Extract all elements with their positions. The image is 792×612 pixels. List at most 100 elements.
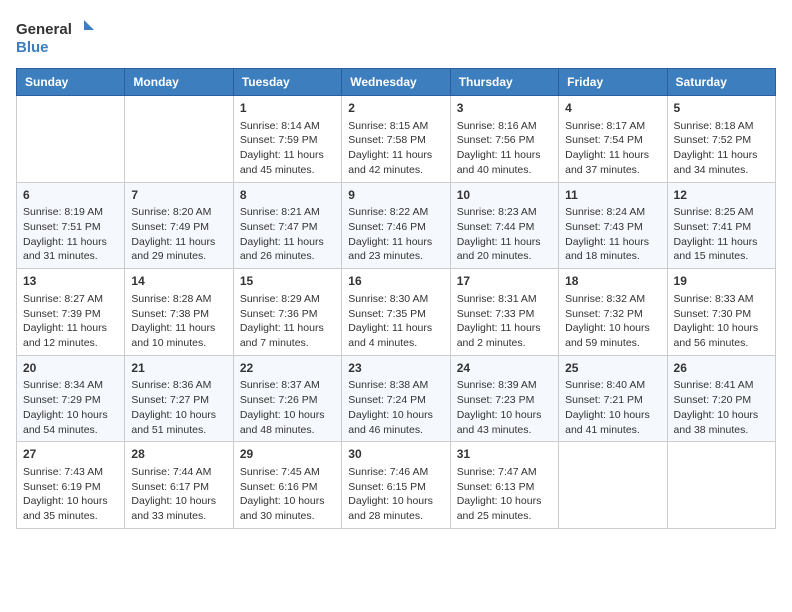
day-info: Sunrise: 8:19 AM Sunset: 7:51 PM Dayligh… [23, 205, 118, 264]
day-info: Sunrise: 8:14 AM Sunset: 7:59 PM Dayligh… [240, 119, 335, 178]
calendar-day-cell: 20Sunrise: 8:34 AM Sunset: 7:29 PM Dayli… [17, 355, 125, 442]
calendar-day-cell: 2 Sunrise: 8:15 AM Sunset: 7:58 PM Daylig… [342, 96, 450, 183]
day-number: 15 [240, 273, 335, 290]
calendar-day-cell: 19 Sunrise: 8:33 AM Sunset: 7:30 PM Dayli… [667, 269, 775, 356]
day-number: 30 [348, 446, 443, 463]
calendar-day-cell: 9Sunrise: 8:22 AM Sunset: 7:46 PM Daylig… [342, 182, 450, 269]
day-number: 16 [348, 273, 443, 290]
day-info: Sunrise: 7:47 AM Sunset: 6:13 PM Dayligh… [457, 465, 552, 524]
calendar-day-cell: 18Sunrise: 8:32 AM Sunset: 7:32 PM Dayli… [559, 269, 667, 356]
day-number: 17 [457, 273, 552, 290]
day-header-thursday: Thursday [450, 69, 558, 96]
header: General Blue [16, 16, 776, 60]
calendar-day-cell: 16 Sunrise: 8:30 AM Sunset: 7:35 PM Dayli… [342, 269, 450, 356]
calendar-day-cell: 8Sunrise: 8:21 AM Sunset: 7:47 PM Daylig… [233, 182, 341, 269]
day-info: Sunrise: 8:25 AM Sunset: 7:41 PM Dayligh… [674, 205, 769, 264]
svg-text:General: General [16, 21, 72, 38]
day-number: 21 [131, 360, 226, 377]
day-number: 1 [240, 100, 335, 117]
day-number: 10 [457, 187, 552, 204]
calendar-day-cell: 7Sunrise: 8:20 AM Sunset: 7:49 PM Daylig… [125, 182, 233, 269]
calendar-week-row: 20Sunrise: 8:34 AM Sunset: 7:29 PM Dayli… [17, 355, 776, 442]
day-number: 27 [23, 446, 118, 463]
calendar-day-cell: 10Sunrise: 8:23 AM Sunset: 7:44 PM Dayli… [450, 182, 558, 269]
calendar-day-cell: 24Sunrise: 8:39 AM Sunset: 7:23 PM Dayli… [450, 355, 558, 442]
day-number: 11 [565, 187, 660, 204]
day-number: 25 [565, 360, 660, 377]
day-number: 4 [565, 100, 660, 117]
day-info: Sunrise: 7:44 AM Sunset: 6:17 PM Dayligh… [131, 465, 226, 524]
calendar-week-row: 6Sunrise: 8:19 AM Sunset: 7:51 PM Daylig… [17, 182, 776, 269]
day-number: 9 [348, 187, 443, 204]
calendar-day-cell: 11Sunrise: 8:24 AM Sunset: 7:43 PM Dayli… [559, 182, 667, 269]
day-info: Sunrise: 8:20 AM Sunset: 7:49 PM Dayligh… [131, 205, 226, 264]
day-number: 6 [23, 187, 118, 204]
calendar-day-cell: 30Sunrise: 7:46 AM Sunset: 6:15 PM Dayli… [342, 442, 450, 529]
day-info: Sunrise: 8:30 AM Sunset: 7:35 PM Dayligh… [348, 292, 443, 351]
day-header-sunday: Sunday [17, 69, 125, 96]
day-info: Sunrise: 8:22 AM Sunset: 7:46 PM Dayligh… [348, 205, 443, 264]
day-header-saturday: Saturday [667, 69, 775, 96]
day-info: Sunrise: 8:34 AM Sunset: 7:29 PM Dayligh… [23, 378, 118, 437]
calendar-day-cell: 14 Sunrise: 8:28 AM Sunset: 7:38 PM Dayli… [125, 269, 233, 356]
calendar-day-cell: 17 Sunrise: 8:31 AM Sunset: 7:33 PM Dayli… [450, 269, 558, 356]
day-number: 14 [131, 273, 226, 290]
day-number: 19 [674, 273, 769, 290]
day-info: Sunrise: 8:16 AM Sunset: 7:56 PM Dayligh… [457, 119, 552, 178]
day-info: Sunrise: 8:28 AM Sunset: 7:38 PM Dayligh… [131, 292, 226, 351]
svg-text:Blue: Blue [16, 39, 49, 56]
day-info: Sunrise: 8:23 AM Sunset: 7:44 PM Dayligh… [457, 205, 552, 264]
day-info: Sunrise: 8:15 AM Sunset: 7:58 PM Dayligh… [348, 119, 443, 178]
calendar-week-row: 1 Sunrise: 8:14 AM Sunset: 7:59 PM Daylig… [17, 96, 776, 183]
day-number: 28 [131, 446, 226, 463]
calendar-day-cell: 26Sunrise: 8:41 AM Sunset: 7:20 PM Dayli… [667, 355, 775, 442]
calendar-day-cell: 1 Sunrise: 8:14 AM Sunset: 7:59 PM Daylig… [233, 96, 341, 183]
day-number: 12 [674, 187, 769, 204]
day-info: Sunrise: 8:32 AM Sunset: 7:32 PM Dayligh… [565, 292, 660, 351]
day-info: Sunrise: 8:31 AM Sunset: 7:33 PM Dayligh… [457, 292, 552, 351]
day-header-wednesday: Wednesday [342, 69, 450, 96]
day-number: 8 [240, 187, 335, 204]
calendar-day-cell [667, 442, 775, 529]
day-number: 24 [457, 360, 552, 377]
day-info: Sunrise: 8:39 AM Sunset: 7:23 PM Dayligh… [457, 378, 552, 437]
calendar-day-cell: 3 Sunrise: 8:16 AM Sunset: 7:56 PM Daylig… [450, 96, 558, 183]
calendar-header-row: SundayMondayTuesdayWednesdayThursdayFrid… [17, 69, 776, 96]
calendar-day-cell: 13 Sunrise: 8:27 AM Sunset: 7:39 PM Dayli… [17, 269, 125, 356]
calendar-day-cell: 5 Sunrise: 8:18 AM Sunset: 7:52 PM Daylig… [667, 96, 775, 183]
day-info: Sunrise: 8:17 AM Sunset: 7:54 PM Dayligh… [565, 119, 660, 178]
day-info: Sunrise: 8:27 AM Sunset: 7:39 PM Dayligh… [23, 292, 118, 351]
calendar-day-cell: 28 Sunrise: 7:44 AM Sunset: 6:17 PM Dayli… [125, 442, 233, 529]
calendar-day-cell: 15 Sunrise: 8:29 AM Sunset: 7:36 PM Dayli… [233, 269, 341, 356]
calendar-day-cell [17, 96, 125, 183]
day-number: 29 [240, 446, 335, 463]
day-info: Sunrise: 8:38 AM Sunset: 7:24 PM Dayligh… [348, 378, 443, 437]
calendar-day-cell [125, 96, 233, 183]
day-number: 31 [457, 446, 552, 463]
calendar-day-cell: 22Sunrise: 8:37 AM Sunset: 7:26 PM Dayli… [233, 355, 341, 442]
calendar-day-cell: 12Sunrise: 8:25 AM Sunset: 7:41 PM Dayli… [667, 182, 775, 269]
day-info: Sunrise: 8:18 AM Sunset: 7:52 PM Dayligh… [674, 119, 769, 178]
day-header-friday: Friday [559, 69, 667, 96]
day-info: Sunrise: 7:45 AM Sunset: 6:16 PM Dayligh… [240, 465, 335, 524]
calendar-day-cell: 21Sunrise: 8:36 AM Sunset: 7:27 PM Dayli… [125, 355, 233, 442]
day-number: 5 [674, 100, 769, 117]
day-number: 23 [348, 360, 443, 377]
day-info: Sunrise: 8:29 AM Sunset: 7:36 PM Dayligh… [240, 292, 335, 351]
day-header-monday: Monday [125, 69, 233, 96]
day-info: Sunrise: 8:33 AM Sunset: 7:30 PM Dayligh… [674, 292, 769, 351]
logo: General Blue [16, 16, 96, 60]
day-info: Sunrise: 8:41 AM Sunset: 7:20 PM Dayligh… [674, 378, 769, 437]
day-info: Sunrise: 8:21 AM Sunset: 7:47 PM Dayligh… [240, 205, 335, 264]
day-info: Sunrise: 8:24 AM Sunset: 7:43 PM Dayligh… [565, 205, 660, 264]
calendar-day-cell: 25Sunrise: 8:40 AM Sunset: 7:21 PM Dayli… [559, 355, 667, 442]
day-header-tuesday: Tuesday [233, 69, 341, 96]
day-number: 3 [457, 100, 552, 117]
calendar: SundayMondayTuesdayWednesdayThursdayFrid… [16, 68, 776, 529]
calendar-day-cell: 6Sunrise: 8:19 AM Sunset: 7:51 PM Daylig… [17, 182, 125, 269]
day-number: 13 [23, 273, 118, 290]
calendar-day-cell: 23Sunrise: 8:38 AM Sunset: 7:24 PM Dayli… [342, 355, 450, 442]
day-number: 2 [348, 100, 443, 117]
calendar-day-cell: 31 Sunrise: 7:47 AM Sunset: 6:13 PM Dayli… [450, 442, 558, 529]
day-number: 20 [23, 360, 118, 377]
